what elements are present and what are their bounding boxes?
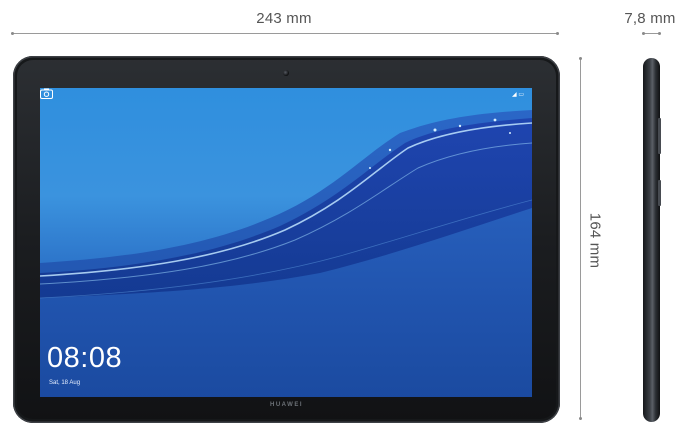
height-dimension-end-bottom [579,417,582,420]
lock-screen-clock: 08:08 [47,342,123,374]
brand-logo: HUAWEI [270,402,303,408]
height-dimension-label: 164 mm [586,212,604,269]
thickness-dimension-line [643,33,659,34]
thickness-dimension-end-right [658,32,661,35]
width-dimension-line [12,33,558,34]
thickness-dimension-end-left [642,32,645,35]
height-dimension-line [580,58,581,420]
camera-icon[interactable] [40,88,53,99]
height-dimension-end-top [579,57,582,60]
width-dimension-label: 243 mm [256,10,312,27]
status-bar-icons: ◢ ▭ [512,92,524,98]
thickness-dimension-label: 7,8 mm [624,10,676,27]
lock-screen-date: Sat, 18 Aug [49,380,81,386]
tablet-front-view: ◢ ▭ 08:08 Sat, 18 Aug HUAWEI [13,56,560,423]
front-camera-icon [283,70,289,76]
power-button [658,180,661,206]
width-dimension-end-right [556,32,559,35]
volume-button [658,118,661,154]
width-dimension-end-left [11,32,14,35]
tablet-screen: ◢ ▭ 08:08 Sat, 18 Aug [40,88,532,397]
tablet-side-profile [643,58,661,422]
